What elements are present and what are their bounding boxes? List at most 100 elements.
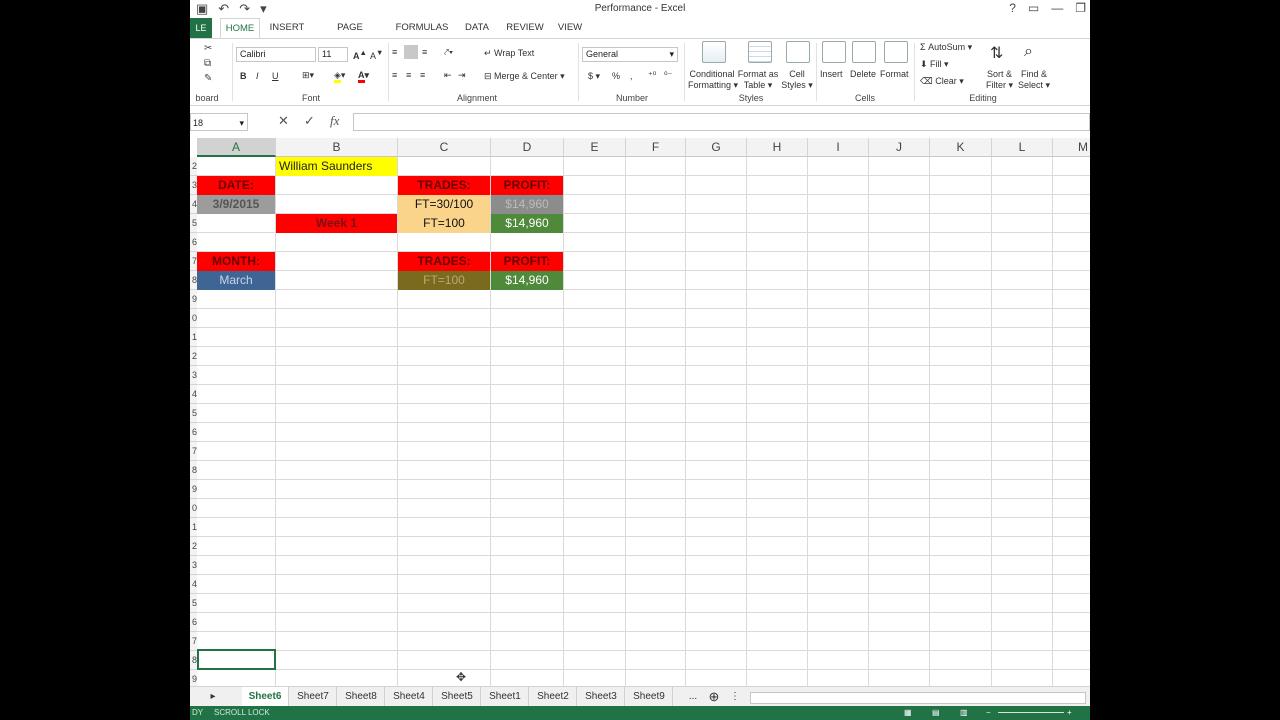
cell-trades-month[interactable]: FT=100 — [398, 271, 490, 290]
borders-icon[interactable]: ⊞▾ — [302, 70, 314, 81]
cell-styles-icon[interactable] — [786, 41, 810, 63]
font-size-box[interactable]: 11 — [318, 47, 348, 62]
row-header[interactable]: 4 — [190, 385, 197, 404]
page-break-view-icon[interactable]: ▥ — [960, 706, 968, 720]
sheet-tab-sheet2[interactable]: Sheet2 — [530, 687, 577, 706]
column-header-c[interactable]: C — [398, 138, 491, 157]
wrap-text-button[interactable]: ↵ Wrap Text — [484, 48, 534, 59]
sheet-tab-sheet7[interactable]: Sheet7 — [290, 687, 337, 706]
number-format-box[interactable]: General ▾ — [582, 47, 678, 62]
minimize-icon[interactable]: — — [1051, 1, 1063, 15]
row-header[interactable]: 5 — [190, 594, 197, 613]
increase-font-icon[interactable]: A▲ — [353, 48, 367, 61]
increase-decimal-icon[interactable]: ⁺⁰ — [648, 70, 656, 81]
name-box[interactable]: 18 ▾ — [190, 113, 248, 131]
format-painter-icon[interactable]: ✎ — [204, 73, 212, 84]
row-header[interactable]: 7 — [190, 632, 197, 651]
cell-name[interactable]: William Saunders — [276, 157, 397, 176]
row-header[interactable]: 6 — [190, 613, 197, 632]
font-color-icon[interactable]: A▾ — [358, 70, 369, 83]
column-header-d[interactable]: D — [491, 138, 564, 157]
splitter-icon[interactable]: ⋮ — [730, 687, 740, 706]
tab-page-layout[interactable]: PAGE LAYOUT — [318, 18, 382, 53]
ribbon-display-icon[interactable]: ▭ — [1028, 1, 1039, 15]
align-center-icon[interactable]: ≡ — [406, 70, 411, 80]
cell-profit-label[interactable]: PROFIT: — [491, 176, 563, 195]
copy-icon[interactable]: ⧉ — [204, 58, 211, 69]
fill-button[interactable]: ⬇ Fill ▾ — [920, 59, 949, 70]
insert-button[interactable]: Insert — [820, 69, 843, 79]
cell-styles-button[interactable]: Cell Styles ▾ — [780, 69, 814, 91]
column-header-i[interactable]: I — [808, 138, 869, 157]
currency-button[interactable]: $ ▾ — [588, 71, 600, 82]
row-header[interactable]: 9 — [190, 290, 197, 309]
column-header-k[interactable]: K — [930, 138, 992, 157]
clear-button[interactable]: ⌫ Clear ▾ — [920, 76, 964, 87]
row-header[interactable]: 0 — [190, 499, 197, 518]
column-header-f[interactable]: F — [626, 138, 686, 157]
scroll-sheets-right-icon[interactable]: ▸ — [206, 687, 220, 706]
row-header[interactable]: 3 — [190, 556, 197, 575]
row-header[interactable]: 2 — [190, 537, 197, 556]
zoom-out-icon[interactable]: − — [986, 706, 991, 720]
font-name-box[interactable]: Calibri — [236, 47, 316, 62]
align-left-icon[interactable]: ≡ — [392, 70, 397, 80]
row-header[interactable]: 2 — [190, 157, 197, 176]
cell-month-label[interactable]: MONTH: — [197, 252, 275, 271]
sheet-tab-sheet6[interactable]: Sheet6 — [242, 687, 289, 708]
tab-data[interactable]: DATA — [460, 18, 494, 38]
cell-month-value[interactable]: March — [197, 271, 275, 290]
column-header-l[interactable]: L — [992, 138, 1053, 157]
tab-review[interactable]: REVIEW — [504, 18, 546, 38]
cell-profit-week[interactable]: $14,960 — [491, 214, 563, 233]
italic-button[interactable]: I — [256, 71, 259, 81]
cell-trades-week[interactable]: FT=100 — [398, 214, 490, 233]
row-header[interactable]: 1 — [190, 518, 197, 537]
column-header-h[interactable]: H — [747, 138, 808, 157]
merge-center-button[interactable]: ⊟ Merge & Center ▾ — [484, 71, 565, 82]
formula-input[interactable] — [353, 113, 1090, 131]
more-sheets-button[interactable]: ... — [686, 687, 700, 706]
percent-button[interactable]: % — [612, 71, 620, 81]
column-header-g[interactable]: G — [686, 138, 747, 157]
sort-filter-button[interactable]: Sort & Filter ▾ — [986, 69, 1013, 91]
bold-button[interactable]: B — [240, 71, 247, 81]
tab-formulas[interactable]: FORMULAS — [394, 18, 450, 38]
conditional-formatting-button[interactable]: Conditional Formatting ▾ — [688, 69, 738, 91]
restore-icon[interactable]: ❐ — [1075, 1, 1086, 15]
format-button[interactable]: Format — [880, 69, 909, 79]
cell-profit-value[interactable]: $14,960 — [491, 195, 563, 214]
tab-insert[interactable]: INSERT — [266, 18, 308, 38]
tab-home[interactable]: HOME — [220, 18, 260, 39]
row-header[interactable]: 4 — [190, 575, 197, 594]
row-header[interactable]: 8 — [190, 461, 197, 480]
insert-function-icon[interactable]: fx — [330, 113, 339, 129]
file-tab[interactable]: LE — [190, 18, 212, 38]
decrease-font-icon[interactable]: A▼ — [370, 48, 383, 61]
align-right-icon[interactable]: ≡ — [420, 70, 425, 80]
row-header[interactable]: 9 — [190, 670, 197, 686]
row-header[interactable]: 8 — [190, 271, 197, 290]
row-header[interactable]: 3 — [190, 366, 197, 385]
row-header[interactable]: 0 — [190, 309, 197, 328]
normal-view-icon[interactable]: ▦ — [904, 706, 912, 720]
page-layout-view-icon[interactable]: ▤ — [932, 706, 940, 720]
format-as-table-icon[interactable] — [748, 41, 772, 63]
add-sheet-icon[interactable]: ⊕ — [706, 687, 722, 706]
zoom-slider[interactable] — [998, 712, 1064, 713]
orientation-icon[interactable]: ⤤▾ — [444, 47, 453, 58]
column-header-e[interactable]: E — [564, 138, 626, 157]
row-header[interactable]: 8 — [190, 651, 197, 670]
enter-icon[interactable]: ✓ — [304, 113, 315, 129]
delete-button[interactable]: Delete — [850, 69, 876, 79]
autosum-button[interactable]: Σ AutoSum ▾ — [920, 42, 972, 53]
row-header[interactable]: 6 — [190, 233, 197, 252]
delete-cells-icon[interactable] — [852, 41, 876, 63]
cancel-icon[interactable]: ✕ — [278, 113, 289, 129]
sheet-tab-sheet8[interactable]: Sheet8 — [338, 687, 385, 706]
row-header[interactable]: 7 — [190, 442, 197, 461]
row-header[interactable]: 1 — [190, 328, 197, 347]
conditional-formatting-icon[interactable] — [702, 41, 726, 63]
middle-align-icon[interactable] — [404, 45, 418, 59]
sheet-tab-sheet4[interactable]: Sheet4 — [386, 687, 433, 706]
